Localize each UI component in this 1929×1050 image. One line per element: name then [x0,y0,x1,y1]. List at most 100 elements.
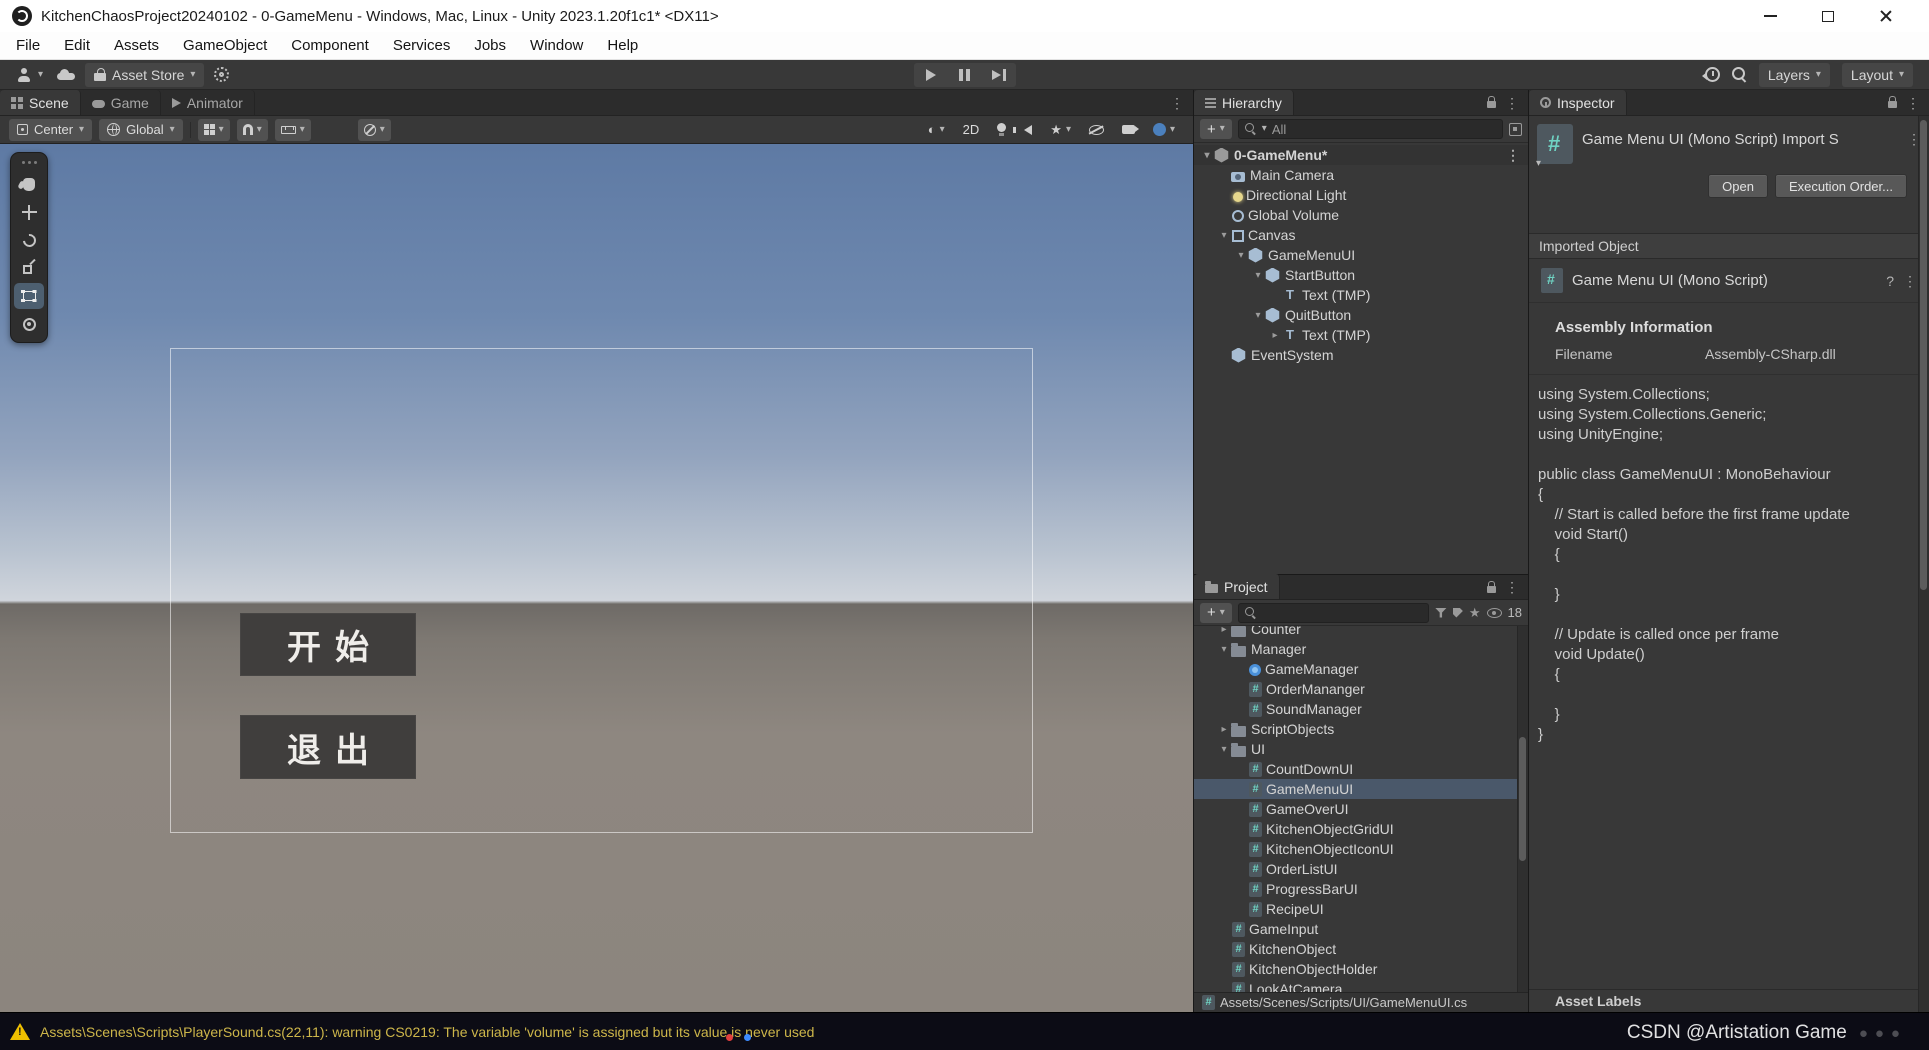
hidden-packages-eye-icon[interactable] [1486,607,1502,618]
hierarchy-item[interactable]: Main Camera [1194,165,1528,185]
snap-toggle-dropdown[interactable]: ▾ [236,118,268,141]
scale-tool[interactable] [14,255,44,281]
tab-project[interactable]: Project [1194,574,1280,599]
add-asset-button[interactable]: + ▾ [1200,602,1232,623]
project-search-input[interactable] [1237,602,1429,623]
foldout-arrow[interactable]: ▾ [1217,744,1231,755]
project-item[interactable]: GameInput [1194,919,1528,939]
project-item[interactable]: ▸ Counter [1194,626,1528,639]
menu-item[interactable]: Assets [102,32,171,60]
asset-store-button[interactable]: Asset Store ▾ [85,62,205,87]
search-by-type-icon[interactable] [1434,607,1447,618]
console-status-message[interactable]: ! Assets\Scenes\Scripts\PlayerSound.cs(2… [10,1023,814,1040]
view-tab[interactable]: Scene [0,90,81,115]
picker-icon[interactable] [1509,122,1522,136]
scene-audio-toggle[interactable] [1013,119,1037,141]
tool-handle-rotation-dropdown[interactable]: Global ▾ [99,118,183,141]
project-item[interactable]: CountDownUI [1194,759,1528,779]
project-item[interactable]: LookAtCamera [1194,979,1528,992]
hierarchy-item[interactable]: Global Volume [1194,205,1528,225]
saved-search-star-icon[interactable]: ★ [1469,606,1481,619]
foldout-arrow[interactable]: ▾ [1251,270,1265,281]
hierarchy-item[interactable]: Text (TMP) [1194,285,1528,305]
project-item[interactable]: OrderMananger [1194,679,1528,699]
view-tab[interactable]: Game [80,90,161,115]
foldout-arrow[interactable]: ▾ [1200,150,1214,161]
hierarchy-item[interactable]: ▾ QuitButton [1194,305,1528,325]
project-item[interactable]: RecipeUI [1194,899,1528,919]
quit-button-gameobject[interactable]: 退出 [240,715,416,779]
view-hand-tool[interactable] [14,171,44,197]
minimize-button[interactable] [1741,0,1799,32]
project-item[interactable]: ▾ Manager [1194,639,1528,659]
menu-item[interactable]: Jobs [462,32,518,60]
menu-item[interactable]: GameObject [171,32,279,60]
tab-inspector[interactable]: Inspector [1529,90,1627,115]
tab-menu-icon[interactable]: ⋮ [1170,96,1184,110]
lock-icon[interactable] [1487,96,1496,108]
close-button[interactable] [1857,0,1915,32]
project-item[interactable]: KitchenObjectGridUI [1194,819,1528,839]
panel-menu-icon[interactable]: ⋮ [1505,580,1519,594]
project-item[interactable]: SoundManager [1194,699,1528,719]
grid-visibility-dropdown[interactable]: ▾ [197,118,230,141]
tool-handle-position-dropdown[interactable]: Center ▾ [9,118,93,141]
lock-icon[interactable] [1888,96,1897,108]
rotation-snap-dropdown[interactable]: ▾ [357,118,391,141]
project-item[interactable]: GameMenuUI [1194,779,1528,799]
2d-mode-toggle[interactable]: 2D [958,119,985,141]
undo-history-icon[interactable] [1701,67,1720,82]
hierarchy-item[interactable]: ▾ 0-GameMenu* ⋮ [1194,145,1528,165]
scene-viewport[interactable]: 开始 退出 [0,144,1193,1012]
view-tab[interactable]: Animator [160,90,255,115]
row-menu-icon[interactable]: ⋮ [1506,147,1520,164]
hierarchy-item[interactable]: ▾ Canvas [1194,225,1528,245]
hierarchy-item[interactable]: ▾ StartButton [1194,265,1528,285]
layout-dropdown[interactable]: Layout ▾ [1841,62,1913,87]
inspector-scrollbar[interactable] [1918,116,1929,1012]
play-button[interactable] [913,62,948,87]
camera-settings-dropdown[interactable] [1117,119,1140,141]
panel-menu-icon[interactable]: ⋮ [1505,96,1519,110]
start-button-gameobject[interactable]: 开始 [240,613,416,676]
add-gameobject-button[interactable]: + ▾ [1200,119,1232,139]
rect-tool[interactable] [14,283,44,309]
foldout-arrow[interactable]: ▾ [1234,250,1248,261]
execution-order-button[interactable]: Execution Order... [1774,174,1907,198]
hierarchy-item[interactable]: EventSystem [1194,345,1528,365]
project-item[interactable]: ▸ ScriptObjects [1194,719,1528,739]
pause-button[interactable] [947,62,982,87]
shading-mode-dropdown[interactable]: ◐ ▾ [923,119,950,141]
rotate-tool[interactable] [14,227,44,253]
foldout-arrow[interactable]: ▸ [1268,330,1282,341]
project-scrollbar[interactable] [1517,626,1528,992]
menu-item[interactable]: File [4,32,52,60]
inspector-scrollbar-thumb[interactable] [1920,120,1927,590]
object-menu-icon[interactable]: ⋮ [1903,274,1917,288]
menu-item[interactable]: Window [518,32,595,60]
foldout-arrow[interactable]: ▾ [1251,310,1265,321]
project-item[interactable]: KitchenObjectIconUI [1194,839,1528,859]
layers-dropdown[interactable]: Layers ▾ [1758,62,1830,87]
menu-item[interactable]: Help [595,32,650,60]
move-tool[interactable] [14,199,44,225]
scene-visibility-toggle[interactable] [1084,119,1109,141]
menu-item[interactable]: Component [279,32,381,60]
cloud-services-icon[interactable] [57,68,76,81]
project-item[interactable]: ProgressBarUI [1194,879,1528,899]
gizmos-dropdown[interactable]: ▾ [1148,119,1180,141]
project-scrollbar-thumb[interactable] [1519,737,1526,861]
lock-icon[interactable] [1487,580,1496,593]
asset-labels-section[interactable]: Asset Labels [1529,989,1929,1012]
project-item[interactable]: GameManager [1194,659,1528,679]
open-button[interactable]: Open [1708,174,1768,198]
panel-menu-icon[interactable]: ⋮ [1906,96,1920,110]
transform-tool[interactable] [14,311,44,337]
scene-effects-dropdown[interactable]: ★ ▾ [1045,119,1076,141]
help-icon[interactable]: ? [1886,273,1894,289]
tab-hierarchy[interactable]: Hierarchy [1194,90,1294,115]
preferences-gear-icon[interactable] [214,67,230,82]
menu-item[interactable]: Edit [52,32,102,60]
hierarchy-search-input[interactable]: ▾ All [1237,119,1503,139]
hierarchy-item[interactable]: ▾ GameMenuUI [1194,245,1528,265]
